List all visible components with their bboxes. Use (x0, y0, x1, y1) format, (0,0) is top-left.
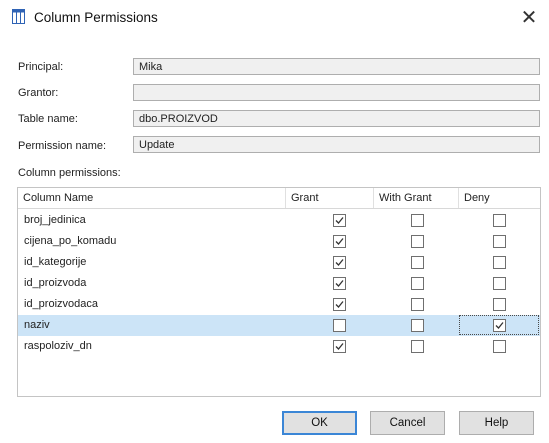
with-grant-checkbox[interactable] (411, 277, 424, 290)
with-grant-checkbox[interactable] (411, 256, 424, 269)
table-row[interactable]: broj_jedinica (18, 210, 540, 231)
with-grant-checkbox[interactable] (411, 235, 424, 248)
window-app-icon (12, 9, 25, 24)
table-row[interactable]: id_proizvoda (18, 273, 540, 294)
with-grant-checkbox[interactable] (411, 214, 424, 227)
principal-label: Principal: (18, 61, 64, 73)
grant-checkbox[interactable] (333, 256, 346, 269)
table-name-field[interactable]: dbo.PROIZVOD (133, 110, 540, 127)
deny-checkbox[interactable] (493, 235, 506, 248)
deny-checkbox[interactable] (493, 340, 506, 353)
column-permissions-grid[interactable]: Column Name Grant With Grant Deny broj_j… (17, 187, 541, 397)
with-grant-header[interactable]: With Grant (374, 188, 459, 208)
table-row[interactable]: naziv (18, 315, 540, 336)
with-grant-checkbox[interactable] (411, 319, 424, 332)
column-permissions-label: Column permissions: (18, 167, 121, 179)
grant-checkbox[interactable] (333, 319, 346, 332)
deny-checkbox[interactable] (493, 277, 506, 290)
grant-header[interactable]: Grant (286, 188, 374, 208)
table-row[interactable]: id_kategorije (18, 252, 540, 273)
with-grant-checkbox[interactable] (411, 340, 424, 353)
close-icon[interactable]: ✕ (516, 5, 542, 31)
ok-button[interactable]: OK (282, 411, 357, 435)
column-name-cell: raspoloziv_dn (24, 340, 92, 352)
permission-name-field[interactable]: Update (133, 136, 540, 153)
column-name-header[interactable]: Column Name (18, 188, 286, 208)
column-name-cell: broj_jedinica (24, 214, 86, 226)
grantor-field[interactable] (133, 84, 540, 101)
grant-checkbox[interactable] (333, 298, 346, 311)
help-button[interactable]: Help (459, 411, 534, 435)
table-name-label: Table name: (18, 113, 78, 125)
focus-cell-outline (459, 315, 539, 335)
column-name-cell: naziv (24, 319, 50, 331)
table-row[interactable]: raspoloziv_dn (18, 336, 540, 357)
with-grant-checkbox[interactable] (411, 298, 424, 311)
grantor-label: Grantor: (18, 87, 59, 99)
column-name-cell: id_proizvoda (24, 277, 87, 289)
deny-checkbox[interactable] (493, 214, 506, 227)
grid-header: Column Name Grant With Grant Deny (18, 188, 540, 209)
grant-checkbox[interactable] (333, 277, 346, 290)
principal-field[interactable]: Mika (133, 58, 540, 75)
deny-checkbox[interactable] (493, 256, 506, 269)
title-bar: Column Permissions ✕ (0, 0, 549, 36)
permission-name-label: Permission name: (18, 140, 107, 152)
window-title: Column Permissions (34, 10, 158, 25)
column-name-cell: id_proizvodaca (24, 298, 98, 310)
table-row[interactable]: cijena_po_komadu (18, 231, 540, 252)
grant-checkbox[interactable] (333, 340, 346, 353)
column-name-cell: id_kategorije (24, 256, 87, 268)
grant-checkbox[interactable] (333, 235, 346, 248)
grant-checkbox[interactable] (333, 214, 346, 227)
deny-checkbox[interactable] (493, 298, 506, 311)
cancel-button[interactable]: Cancel (370, 411, 445, 435)
column-name-cell: cijena_po_komadu (24, 235, 117, 247)
table-row[interactable]: id_proizvodaca (18, 294, 540, 315)
deny-header[interactable]: Deny (459, 188, 540, 208)
